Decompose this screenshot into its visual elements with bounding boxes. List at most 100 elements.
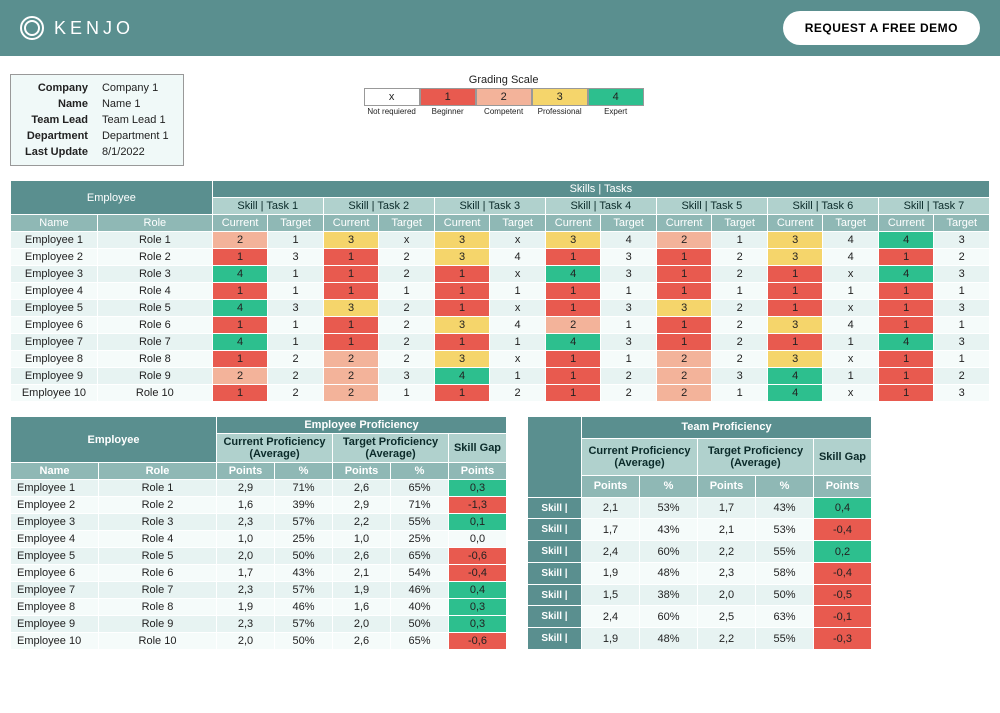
cell-gap: -0,6 [449,548,507,565]
cell-current: 1 [767,266,823,283]
cell-current: 1 [545,368,601,385]
table-row: Employee 9Role 92,357%2,050%0,3 [11,616,507,633]
grading-codes-row: x1234 [364,88,644,106]
th-target: Target [268,215,323,232]
proficiency-wrap: EmployeeEmployee ProficiencyCurrent Prof… [0,416,1000,670]
cell-target: 3 [268,300,323,317]
th-points: Points [698,475,756,497]
cell-target: 1 [268,232,323,249]
cell-current: 1 [878,368,934,385]
cell-target: 4 [601,232,656,249]
th-points: Points [582,475,640,497]
cell-name: Employee 10 [11,385,98,402]
request-demo-button[interactable]: REQUEST A FREE DEMO [783,11,980,45]
table-row: Employee 8Role 81,946%1,640%0,3 [11,599,507,616]
cell-gap: -0,4 [814,519,872,541]
cell-current: 1 [212,317,268,334]
table-row: Employee 10Role 102,050%2,665%-0,6 [11,633,507,650]
cell-current: 1 [323,317,379,334]
cell-current: 2 [212,368,268,385]
info-label-teamlead: Team Lead [19,113,94,127]
cell-target: 4 [823,249,878,266]
cell-skill-label: Skill | [528,519,582,541]
cell-name: Employee 3 [11,266,98,283]
cell-current: 1 [545,351,601,368]
cell-target: 3 [379,368,434,385]
table-row: Skill |1,948%2,358%-0,4 [528,562,872,584]
table-row: Skill |1,538%2,050%-0,5 [528,584,872,606]
cell-cp: 2,4 [582,606,640,628]
cell-gap: 0,4 [814,497,872,519]
cell-skill-label: Skill | [528,606,582,628]
cell-name: Employee 9 [11,616,99,633]
table-row: Employee 3Role 32,357%2,255%0,1 [11,514,507,531]
cell-current: 1 [212,283,268,300]
cell-role: Role 1 [97,232,212,249]
cell-target: 2 [601,368,656,385]
th-target: Target [379,215,434,232]
cell-role: Role 8 [97,351,212,368]
cell-current: 1 [545,283,601,300]
cell-tpp: 65% [391,548,449,565]
th-name: Name [11,215,98,232]
table-row: Employee 1Role 1213x3x34213443 [11,232,990,249]
cell-target: 2 [268,351,323,368]
cell-cp: 2,1 [582,497,640,519]
grading-label: Beginner [420,106,476,116]
cell-current: 1 [545,385,601,402]
cell-target: x [823,300,878,317]
cell-cpp: 48% [640,562,698,584]
th-current-prof: Current Proficiency (Average) [582,438,698,475]
cell-tp: 1,6 [333,599,391,616]
table-row: Employee 2Role 21,639%2,971%-1,3 [11,497,507,514]
table-row: Skill |2,153%1,743%0,4 [528,497,872,519]
cell-role: Role 5 [99,548,217,565]
cell-current: 4 [212,300,268,317]
cell-target: x [823,351,878,368]
cell-name: Employee 8 [11,351,98,368]
cell-cpp: 50% [275,548,333,565]
cell-name: Employee 5 [11,300,98,317]
cell-current: 2 [323,368,379,385]
cell-target: 1 [823,283,878,300]
info-value-name: Name 1 [96,97,175,111]
cell-cp: 2,3 [217,514,275,531]
cell-tpp: 55% [391,514,449,531]
table-row: Employee 4Role 411111111111111 [11,283,990,300]
cell-target: 3 [268,249,323,266]
th-blank [528,417,582,498]
logo: KENJO [20,16,134,40]
cell-target: 2 [379,317,434,334]
cell-current: 4 [878,266,934,283]
cell-tpp: 63% [756,606,814,628]
cell-tp: 2,3 [698,562,756,584]
cell-tpp: 46% [391,582,449,599]
cell-target: 3 [934,232,990,249]
cell-name: Employee 9 [11,368,98,385]
cell-target: x [823,266,878,283]
cell-name: Employee 4 [11,531,99,548]
cell-current: 1 [434,300,490,317]
cell-skill-label: Skill | [528,541,582,563]
cell-tp: 1,0 [333,531,391,548]
th-skill-name: Skill | Task 5 [656,198,767,215]
th-current: Current [656,215,712,232]
cell-current: 1 [767,300,823,317]
cell-role: Role 4 [97,283,212,300]
cell-skill-label: Skill | [528,584,582,606]
grading-scale: Grading Scale x1234 Not requieredBeginne… [364,74,644,116]
cell-current: 1 [878,351,934,368]
cell-target: x [490,232,545,249]
logo-text: KENJO [54,18,134,39]
cell-current: 3 [767,249,823,266]
app-header: KENJO REQUEST A FREE DEMO [0,0,1000,56]
cell-role: Role 6 [99,565,217,582]
cell-target: 3 [934,300,990,317]
cell-current: 1 [212,351,268,368]
grading-labels-row: Not requieredBeginnerCompetentProfession… [364,106,644,116]
cell-current: 3 [323,300,379,317]
cell-role: Role 6 [97,317,212,334]
cell-target: 1 [601,351,656,368]
cell-current: 2 [323,385,379,402]
cell-target: 3 [934,385,990,402]
